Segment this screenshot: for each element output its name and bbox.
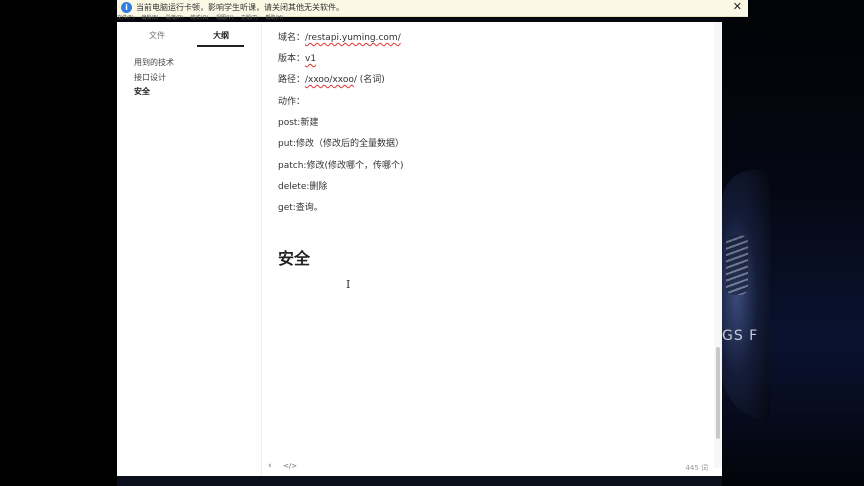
car-image <box>722 170 770 420</box>
word-count[interactable]: 445 词 <box>685 463 708 473</box>
delete-line: delete:删除 <box>278 182 328 192</box>
section-heading-security: 安全 <box>278 249 311 268</box>
menu-bar: 文件(F) 编辑(E) 段落(P) 格式(O) 视图(V) 主题(T) 帮助(H… <box>117 14 289 22</box>
editor-window: 文件 大纲 用到的技术 接口设计 安全 域名：/restapi.yuming.c… <box>117 22 722 476</box>
tab-files[interactable]: 文件 <box>149 30 165 41</box>
tab-outline[interactable]: 大纲 <box>213 30 229 41</box>
path-part1: /xxoo/ <box>305 75 333 85</box>
source-mode-icon[interactable]: </> <box>283 462 297 470</box>
domain-line: 域名：/restapi.yuming.com/ <box>278 30 401 43</box>
sidebar-toggle-icon[interactable]: ‹ <box>268 461 272 471</box>
outline-item-security[interactable]: 安全 <box>134 85 174 100</box>
sidebar: 文件 大纲 用到的技术 接口设计 安全 <box>117 22 262 476</box>
menu-file[interactable]: 文件(F) <box>117 15 134 21</box>
domain-value: /restapi.yuming.com/ <box>305 33 401 43</box>
path-label: 路径： <box>278 75 306 85</box>
notification-message: 当前电脑运行卡顿，影响学生听课，请关闭其他无关软件。 <box>136 3 344 12</box>
put-line: put:修改（修改后的全量数据） <box>278 139 404 149</box>
status-bar: ‹ </> 445 词 <box>262 459 714 476</box>
path-line: 路径：/xxoo/xxoo/ (名词) <box>278 72 385 85</box>
info-icon: i <box>121 2 132 13</box>
path-part2: xxoo <box>332 75 354 85</box>
car-grille <box>726 235 748 295</box>
version-value: v1 <box>305 54 317 64</box>
version-line: 版本：v1 <box>278 51 316 64</box>
patch-line: patch:修改(修改哪个，传哪个) <box>278 161 404 171</box>
outline-item-api-design[interactable]: 接口设计 <box>134 71 174 86</box>
version-label: 版本： <box>278 54 306 64</box>
scrollbar-thumb[interactable] <box>716 347 720 439</box>
path-part3: / (名词) <box>353 75 385 85</box>
menu-format[interactable]: 格式(O) <box>191 15 209 21</box>
desktop-strip <box>117 476 722 486</box>
menu-paragraph[interactable]: 段落(P) <box>166 15 183 21</box>
menu-view[interactable]: 视图(V) <box>216 15 233 21</box>
domain-label: 域名： <box>278 33 306 43</box>
desktop-background-left <box>0 0 117 486</box>
action-label: 动作： <box>278 97 306 107</box>
outline-list: 用到的技术 接口设计 安全 <box>134 56 174 100</box>
car-badge: GS F <box>722 328 759 344</box>
close-icon[interactable]: ✕ <box>733 0 742 13</box>
menu-edit[interactable]: 编辑(E) <box>141 15 158 21</box>
document-editor[interactable]: 域名：/restapi.yuming.com/ 版本：v1 路径：/xxoo/x… <box>262 22 714 467</box>
get-line: get:查询。 <box>278 203 323 213</box>
active-tab-indicator <box>197 45 244 47</box>
text-cursor-icon: I <box>346 278 351 291</box>
menu-help[interactable]: 帮助(H) <box>265 15 283 21</box>
menu-theme[interactable]: 主题(T) <box>241 15 258 21</box>
outline-item-tech[interactable]: 用到的技术 <box>134 56 174 71</box>
post-line: post:新建 <box>278 118 319 128</box>
